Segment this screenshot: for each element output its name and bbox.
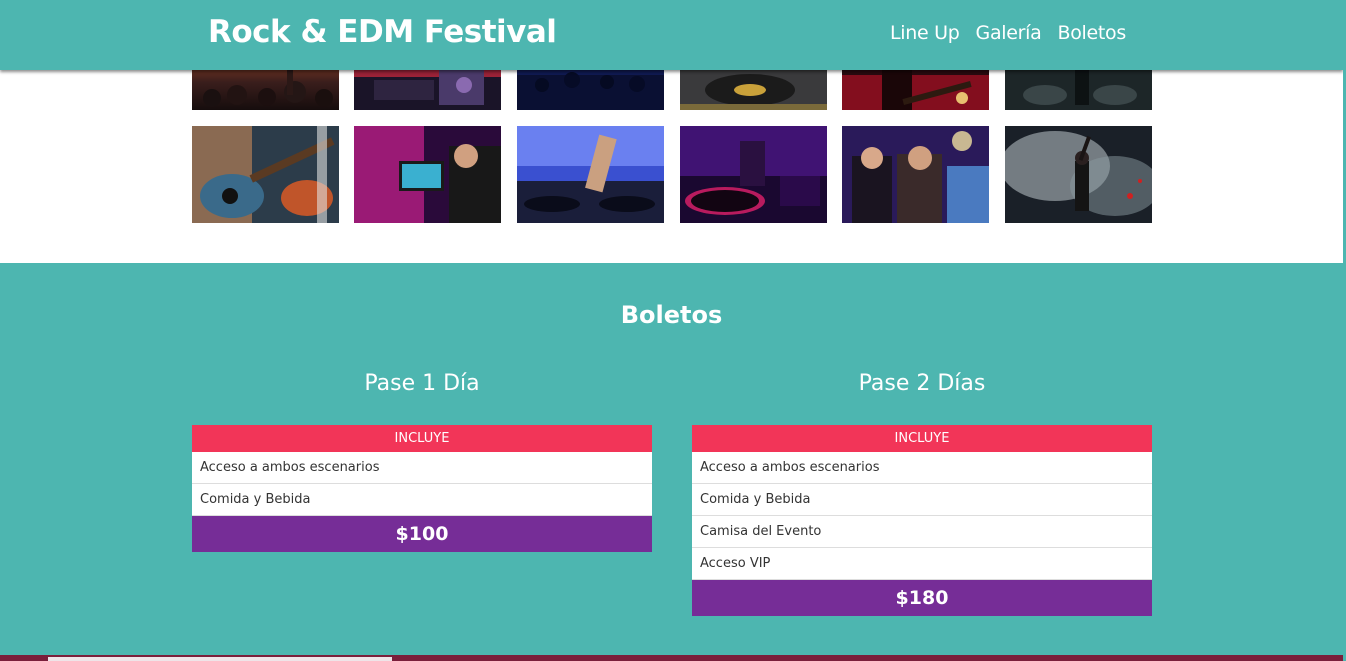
gallery-item[interactable] xyxy=(354,126,501,223)
gallery-item[interactable] xyxy=(842,126,989,223)
footer-strip xyxy=(0,655,1346,661)
plan-name: Pase 2 Días xyxy=(858,371,986,396)
plan-feature: Comida y Bebida xyxy=(192,484,652,516)
tickets-section: Boletos Pase 1 Día INCLUYE Acceso a ambo… xyxy=(0,263,1343,655)
rock-singers-stage-photo xyxy=(842,126,989,223)
plan-feature: Comida y Bebida xyxy=(692,484,1152,516)
plan-feature: Acceso a ambos escenarios xyxy=(192,452,652,484)
site-logo[interactable]: Rock & EDM Festival xyxy=(208,14,557,50)
plan-feature: Acceso a ambos escenarios xyxy=(692,452,1152,484)
nav-link-lineup[interactable]: Line Up xyxy=(890,22,960,44)
plan-price[interactable]: $100 xyxy=(192,516,652,552)
plan-table: INCLUYE Acceso a ambos escenarios Comida… xyxy=(192,425,652,552)
dj-mixer-blue-photo xyxy=(517,126,664,223)
page: Rock & EDM Festival Line Up Galería Bole… xyxy=(0,0,1346,661)
footer-highlight xyxy=(48,657,392,661)
plan-name: Pase 1 Día xyxy=(364,371,480,396)
main-nav: Line Up Galería Boletos xyxy=(890,22,1126,44)
gallery-item[interactable] xyxy=(517,126,664,223)
plan-feature: Acceso VIP xyxy=(692,548,1152,580)
dj-turntable-purple-photo xyxy=(680,126,827,223)
plan-header: INCLUYE xyxy=(692,425,1152,452)
section-title: Boletos xyxy=(620,301,723,329)
gallery-item[interactable] xyxy=(680,126,827,223)
dj-laptop-neon-photo xyxy=(354,126,501,223)
nav-link-boletos[interactable]: Boletos xyxy=(1057,22,1126,44)
gallery-item[interactable] xyxy=(1005,126,1152,223)
plan-price[interactable]: $180 xyxy=(692,580,1152,616)
nav-link-galeria[interactable]: Galería xyxy=(976,22,1042,44)
plan-header: INCLUYE xyxy=(192,425,652,452)
plan-feature: Camisa del Evento xyxy=(692,516,1152,548)
plan-table: INCLUYE Acceso a ambos escenarios Comida… xyxy=(692,425,1152,616)
gallery-item[interactable] xyxy=(192,126,339,223)
performer-smoke-photo xyxy=(1005,126,1152,223)
site-header: Rock & EDM Festival Line Up Galería Bole… xyxy=(0,0,1343,70)
guitarist-closeup-photo xyxy=(192,126,339,223)
